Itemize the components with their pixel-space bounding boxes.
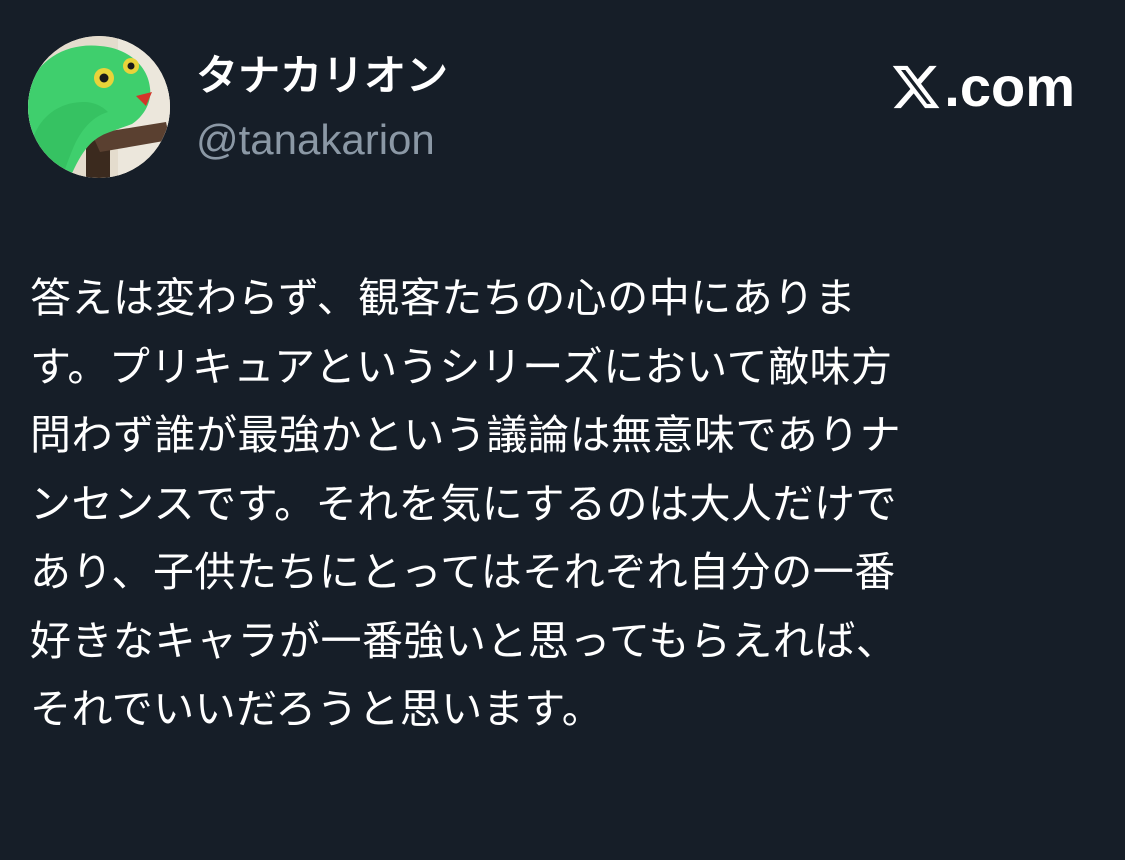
brand-domain-text: .com	[944, 55, 1075, 118]
green-puppet-avatar-icon	[28, 36, 170, 178]
avatar[interactable]	[28, 36, 170, 178]
tweet-line: それでいいだろうと思います。	[30, 685, 604, 733]
tweet-line: 答えは変わらず、観客たちの心の中にありま	[30, 274, 857, 322]
display-name[interactable]: タナカリオン	[196, 48, 448, 104]
tweet-line: あり、子供たちにとってはそれぞれ自分の一番	[30, 548, 896, 596]
tweet-line: 好きなキャラが一番強いと思ってもらえれば、	[30, 616, 898, 665]
tweet-line: 問わず誰が最強かという議論は無意味でありナ	[30, 411, 902, 459]
x-com-brand[interactable]: .com	[890, 54, 1075, 120]
x-logo-icon	[893, 65, 940, 109]
tweet-line: ンセンスです。それを気にするのは大人だけで	[30, 479, 897, 528]
handle[interactable]: @tanakarion	[196, 114, 435, 166]
tweet-text: 答えは変わらず、観客たちの心の中にありま す。プリキュアというシリーズにおいて敵…	[30, 264, 1098, 744]
tweet-line: す。プリキュアというシリーズにおいて敵味方	[30, 342, 893, 391]
